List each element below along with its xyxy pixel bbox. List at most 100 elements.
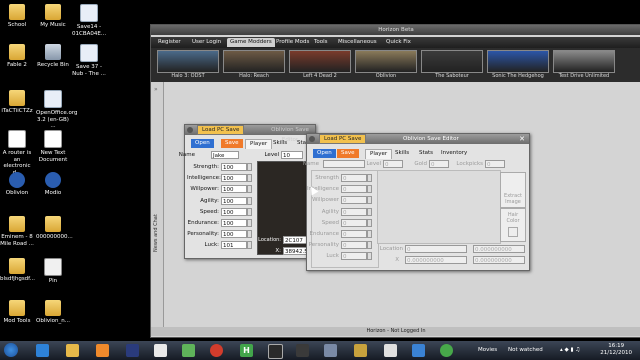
game-tile[interactable]: Test Drive Unlimited [553, 50, 615, 81]
stat-value-field[interactable]: 0 [341, 230, 367, 238]
game-tile[interactable]: Sonic The Hedgehog [487, 50, 549, 81]
tray-icons[interactable]: ▴ ◆ ▮ ♫ [560, 347, 580, 353]
xbox-taskbar-icon[interactable] [440, 344, 453, 357]
stat-spinner[interactable] [247, 185, 252, 194]
hair-color-button[interactable]: Hair Color [500, 208, 526, 242]
stat-value-field[interactable]: 0 [341, 218, 367, 227]
stat-value-field[interactable]: 100 [221, 219, 247, 227]
location-field[interactable]: 2C107 [283, 236, 307, 244]
desktop-icon[interactable]: My Music [36, 4, 70, 29]
lockpicks-field[interactable]: 0 [485, 160, 505, 168]
tab-inventory[interactable]: Inventory [437, 149, 471, 158]
desktop-icon[interactable]: A router is an electronic d... [0, 130, 34, 176]
stat-value-field[interactable]: 100 [221, 174, 247, 183]
stat-value-field[interactable]: 0 [341, 196, 367, 205]
stat-spinner[interactable] [367, 218, 372, 227]
stat-spinner[interactable] [247, 196, 252, 205]
desktop-icon[interactable]: blsdfjhgsdf... [0, 258, 35, 283]
stat-spinner[interactable] [367, 174, 372, 182]
app-taskbar-icon[interactable] [324, 344, 337, 357]
menu-item[interactable]: Tools [311, 38, 331, 47]
menu-item[interactable]: Miscellaneous [335, 38, 380, 47]
tab-skills[interactable]: Skills [269, 139, 291, 148]
name-field[interactable]: Jake [211, 151, 239, 159]
stat-value-field[interactable]: 100 [221, 163, 247, 171]
desktop-icon[interactable]: Fable 2 [0, 44, 34, 69]
menu-item[interactable]: Game Modders [227, 38, 275, 47]
stat-value-field[interactable]: 0 [341, 174, 367, 182]
stat-spinner[interactable] [367, 196, 372, 205]
desktop-icon[interactable]: Save 37 - Nub - The ... [72, 44, 106, 77]
stat-value-field[interactable]: 0 [341, 185, 367, 194]
tab-stats[interactable]: Stats [415, 149, 437, 158]
location-field[interactable]: 0 [405, 245, 467, 253]
desktop-icon[interactable]: Oblivion [0, 172, 34, 197]
coord-a-field[interactable]: 0.000000000 [473, 245, 525, 253]
ie-taskbar-icon[interactable] [36, 344, 49, 357]
load-pc-save-button[interactable]: Load PC Save [197, 125, 245, 135]
start-button[interactable] [4, 343, 18, 357]
open-button[interactable]: Open [191, 139, 214, 148]
level-field[interactable]: 10 [281, 151, 303, 159]
desktop-icon[interactable]: School [0, 4, 34, 29]
stat-spinner[interactable] [247, 207, 252, 216]
explorer-taskbar-icon[interactable] [66, 344, 79, 357]
extract-image-button[interactable]: Extract Image [500, 172, 526, 208]
app-taskbar-icon[interactable] [182, 344, 195, 357]
game-tile[interactable]: Halo 3: ODST [157, 50, 219, 81]
stat-spinner[interactable] [367, 185, 372, 194]
horizon-taskbar-icon[interactable]: H [240, 344, 253, 357]
tab-skills[interactable]: Skills [391, 149, 413, 158]
desktop-icon[interactable]: Save14 - 01CBA04E... [72, 4, 106, 37]
desktop-icon[interactable]: New Text Document [36, 130, 70, 163]
menu-item[interactable]: Register [155, 38, 184, 47]
desktop-icon[interactable]: Modio [36, 172, 70, 197]
desktop-icon[interactable]: Pin [36, 258, 70, 285]
load-pc-save-button[interactable]: Load PC Save [319, 134, 367, 144]
close-icon[interactable]: ✕ [519, 134, 525, 144]
save-button[interactable]: Save [221, 139, 243, 148]
desktop-icon[interactable]: Mod Tools [0, 300, 34, 325]
save-button[interactable]: Save [337, 149, 359, 158]
game-tile[interactable]: Halo: Reach [223, 50, 285, 81]
app-taskbar-icon[interactable] [412, 344, 425, 357]
game-tile[interactable]: Left 4 Dead 2 [289, 50, 351, 81]
game-tile[interactable]: Oblivion [355, 50, 417, 81]
stat-value-field[interactable]: 0 [341, 241, 367, 250]
stat-spinner[interactable] [367, 241, 372, 250]
gold-field[interactable]: 0 [429, 160, 449, 168]
app-taskbar-icon[interactable] [210, 344, 223, 357]
news-chat-panel[interactable]: » News and Chat [151, 82, 164, 335]
tab-player[interactable]: Player [365, 149, 393, 159]
desktop-icon[interactable]: Oblivion_n... [36, 300, 70, 325]
app-taskbar-icon[interactable] [268, 344, 283, 359]
app-taskbar-icon[interactable] [154, 344, 167, 357]
windows-taskbar-icon[interactable] [126, 344, 139, 357]
stat-spinner[interactable] [367, 207, 372, 216]
app-taskbar-icon[interactable] [354, 344, 367, 357]
x-field[interactable]: 38942.54 [283, 247, 311, 255]
game-tile[interactable]: The Saboteur [421, 50, 483, 81]
menu-item[interactable]: User Login [189, 38, 224, 47]
coord-b-field[interactable]: 0.000000000 [473, 256, 525, 264]
app-taskbar-icon[interactable] [384, 344, 397, 357]
clock[interactable]: 16:19 21/12/2010 [600, 343, 632, 357]
expand-arrow-icon[interactable]: » [154, 86, 158, 93]
stat-spinner[interactable] [247, 163, 252, 171]
desktop-icon[interactable]: 000000000... [36, 216, 73, 241]
app-taskbar-icon[interactable] [296, 344, 309, 357]
desktop-icon[interactable]: OpenOffice.org 3.2 (en-GB) ... [36, 90, 78, 130]
desktop-icon[interactable]: Eminem - 8 Mile Road ... [0, 216, 34, 247]
desktop-icon[interactable]: Recycle Bin [36, 44, 70, 69]
stat-spinner[interactable] [367, 230, 372, 238]
desktop-icon[interactable]: iTaCTiiCTZz [0, 90, 34, 115]
stat-spinner[interactable] [247, 174, 252, 183]
movies-label[interactable]: Movies [478, 347, 497, 353]
media-player-taskbar-icon[interactable] [96, 344, 109, 357]
stat-spinner[interactable] [247, 219, 252, 227]
stat-value-field[interactable]: 0 [341, 207, 367, 216]
x-field[interactable]: 0.000000000 [405, 256, 467, 264]
stat-value-field[interactable]: 0 [341, 252, 367, 261]
menu-item[interactable]: Profile Mods [273, 38, 312, 47]
menu-item[interactable]: Quick Fix [383, 38, 414, 47]
